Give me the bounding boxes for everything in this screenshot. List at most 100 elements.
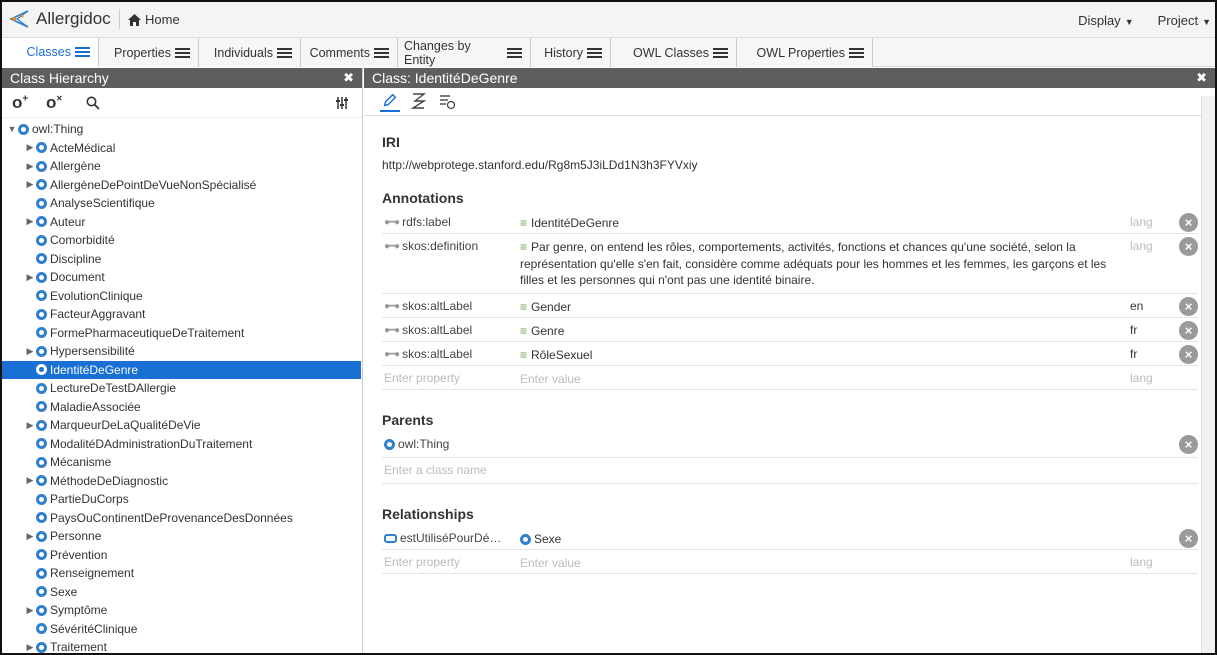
tree-node[interactable]: PartieDuCorps <box>2 490 361 509</box>
delete-icon[interactable]: × <box>1179 297 1198 316</box>
tab-comments[interactable]: Comments <box>301 38 398 67</box>
parent-class[interactable]: owl:Thing <box>384 437 449 451</box>
tree-node[interactable]: MaladieAssociée <box>2 398 361 417</box>
annotation-value[interactable]: ≡ IdentitéDeGenre <box>520 215 1128 232</box>
menu-icon[interactable] <box>75 47 90 57</box>
tree-node[interactable]: FormePharmaceutiqueDeTraitement <box>2 324 361 343</box>
tree-node[interactable]: ▶ Personne <box>2 527 361 546</box>
delete-icon[interactable]: × <box>1179 213 1198 232</box>
menu-icon[interactable] <box>374 47 389 58</box>
tree-node[interactable]: ▶ Auteur <box>2 213 361 232</box>
create-class-icon[interactable]: o+ <box>12 93 28 113</box>
annotation-lang[interactable]: en <box>1130 299 1143 313</box>
search-icon[interactable] <box>86 96 100 110</box>
tree-node[interactable]: AnalyseScientifique <box>2 194 361 213</box>
tree-node[interactable]: ▶ MarqueurDeLaQualitéDeVie <box>2 416 361 435</box>
close-icon[interactable]: ✖ <box>1196 68 1207 88</box>
tree-node[interactable]: Renseignement <box>2 564 361 583</box>
tree-node[interactable]: Discipline <box>2 250 361 269</box>
close-icon[interactable]: ✖ <box>343 68 354 88</box>
history-icon[interactable] <box>438 92 456 110</box>
annotation-lang[interactable]: fr <box>1130 347 1137 361</box>
enter-property-input[interactable]: Enter property <box>384 371 460 385</box>
display-menu[interactable]: Display ▼ <box>1078 13 1134 28</box>
tab-individuals[interactable]: Individuals <box>199 38 301 67</box>
tree-node[interactable]: ▶ Allergène <box>2 157 361 176</box>
tree-node[interactable]: SévéritéClinique <box>2 620 361 639</box>
tab-owl-classes[interactable]: OWL Classes <box>611 38 737 67</box>
annotation-lang[interactable]: lang <box>1130 239 1153 253</box>
annotation-property[interactable]: ●━● rdfs:label <box>384 215 451 229</box>
collapsed-arrow-icon[interactable]: ▶ <box>24 216 36 227</box>
delete-icon[interactable]: × <box>1179 345 1198 364</box>
app-logo[interactable]: Allergidoc <box>8 8 111 30</box>
annotation-property[interactable]: ●━● skos:altLabel <box>384 347 472 361</box>
collapsed-arrow-icon[interactable]: ▶ <box>24 179 36 190</box>
delete-class-icon[interactable]: o× <box>46 93 62 113</box>
tree-node[interactable]: ▼ owl:Thing <box>2 120 361 139</box>
collapsed-arrow-icon[interactable]: ▶ <box>24 272 36 283</box>
tree-node[interactable]: ▶ MéthodeDeDiagnostic <box>2 472 361 491</box>
menu-icon[interactable] <box>175 47 190 58</box>
edit-icon[interactable] <box>380 92 400 112</box>
enter-value-input[interactable]: Enter value <box>520 371 1128 388</box>
collapsed-arrow-icon[interactable]: ▶ <box>24 475 36 486</box>
annotation-property[interactable]: ●━● skos:altLabel <box>384 323 472 337</box>
collapsed-arrow-icon[interactable]: ▶ <box>24 420 36 431</box>
delete-icon[interactable]: × <box>1179 321 1198 340</box>
enter-class-input[interactable]: Enter a class name <box>384 463 487 477</box>
tree-node[interactable]: ▶ AllergèneDePointDeVueNonSpécialisé <box>2 176 361 195</box>
menu-icon[interactable] <box>507 47 523 58</box>
lang-input[interactable]: lang <box>1130 371 1153 385</box>
tree-node[interactable]: Prévention <box>2 546 361 565</box>
annotation-value[interactable]: ≡ Gender <box>520 299 1128 316</box>
hierarchy-icon[interactable] <box>410 92 428 110</box>
tree-node[interactable]: Mécanisme <box>2 453 361 472</box>
delete-icon[interactable]: × <box>1179 237 1198 256</box>
annotation-value[interactable]: ≡ Par genre, on entend les rôles, comport… <box>520 239 1128 289</box>
delete-icon[interactable]: × <box>1179 529 1198 548</box>
annotation-value[interactable]: ≡ RôleSexuel <box>520 347 1128 364</box>
tree-node[interactable]: ▶ Traitement <box>2 638 361 653</box>
collapsed-arrow-icon[interactable]: ▶ <box>24 642 36 653</box>
collapsed-arrow-icon[interactable]: ▶ <box>24 346 36 357</box>
annotation-value[interactable]: ≡ Genre <box>520 323 1128 340</box>
menu-icon[interactable] <box>849 47 864 58</box>
project-menu[interactable]: Project ▼ <box>1158 13 1211 28</box>
home-link[interactable]: Home <box>128 12 180 27</box>
tab-classes[interactable]: Classes <box>2 38 99 67</box>
tree-node[interactable]: ModalitéDAdministrationDuTraitement <box>2 435 361 454</box>
collapsed-arrow-icon[interactable]: ▶ <box>24 531 36 542</box>
enter-property-input[interactable]: Enter property <box>384 555 460 569</box>
tree-node[interactable]: Comorbidité <box>2 231 361 250</box>
delete-icon[interactable]: × <box>1179 435 1198 454</box>
menu-icon[interactable] <box>277 47 292 58</box>
tree-node[interactable]: ▶ Document <box>2 268 361 287</box>
tree-node[interactable]: Sexe <box>2 583 361 602</box>
annotation-property[interactable]: ●━● skos:definition <box>384 239 478 253</box>
tree-node[interactable]: ▶ ActeMédical <box>2 139 361 158</box>
relationship-value[interactable]: Sexe <box>520 531 1128 548</box>
tree-node[interactable]: FacteurAggravant <box>2 305 361 324</box>
tree-node[interactable]: ▶ Hypersensibilité <box>2 342 361 361</box>
tree-node[interactable]: ▶ Symptôme <box>2 601 361 620</box>
annotation-lang[interactable]: lang <box>1130 215 1153 229</box>
menu-icon[interactable] <box>713 47 728 58</box>
collapsed-arrow-icon[interactable]: ▶ <box>24 142 36 153</box>
tree-node[interactable]: PaysOuContinentDeProvenanceDesDonnées <box>2 509 361 528</box>
scrollbar[interactable] <box>1201 96 1215 653</box>
tree-node[interactable]: LectureDeTestDAllergie <box>2 379 361 398</box>
tab-properties[interactable]: Properties <box>99 38 199 67</box>
annotation-lang[interactable]: fr <box>1130 323 1137 337</box>
annotation-property[interactable]: ●━● skos:altLabel <box>384 299 472 313</box>
tab-owl-properties[interactable]: OWL Properties <box>737 38 873 67</box>
expanded-arrow-icon[interactable]: ▼ <box>6 124 18 134</box>
collapsed-arrow-icon[interactable]: ▶ <box>24 161 36 172</box>
lang-input[interactable]: lang <box>1130 555 1153 569</box>
tree-node[interactable]: IdentitéDeGenre <box>2 360 361 379</box>
tree-node[interactable]: EvolutionClinique <box>2 287 361 306</box>
relationship-property[interactable]: estUtiliséPourDé… <box>384 531 501 545</box>
tab-history[interactable]: History <box>531 38 611 67</box>
sort-options-icon[interactable] <box>336 97 350 109</box>
tab-changes-by-entity[interactable]: Changes by Entity <box>398 38 531 67</box>
